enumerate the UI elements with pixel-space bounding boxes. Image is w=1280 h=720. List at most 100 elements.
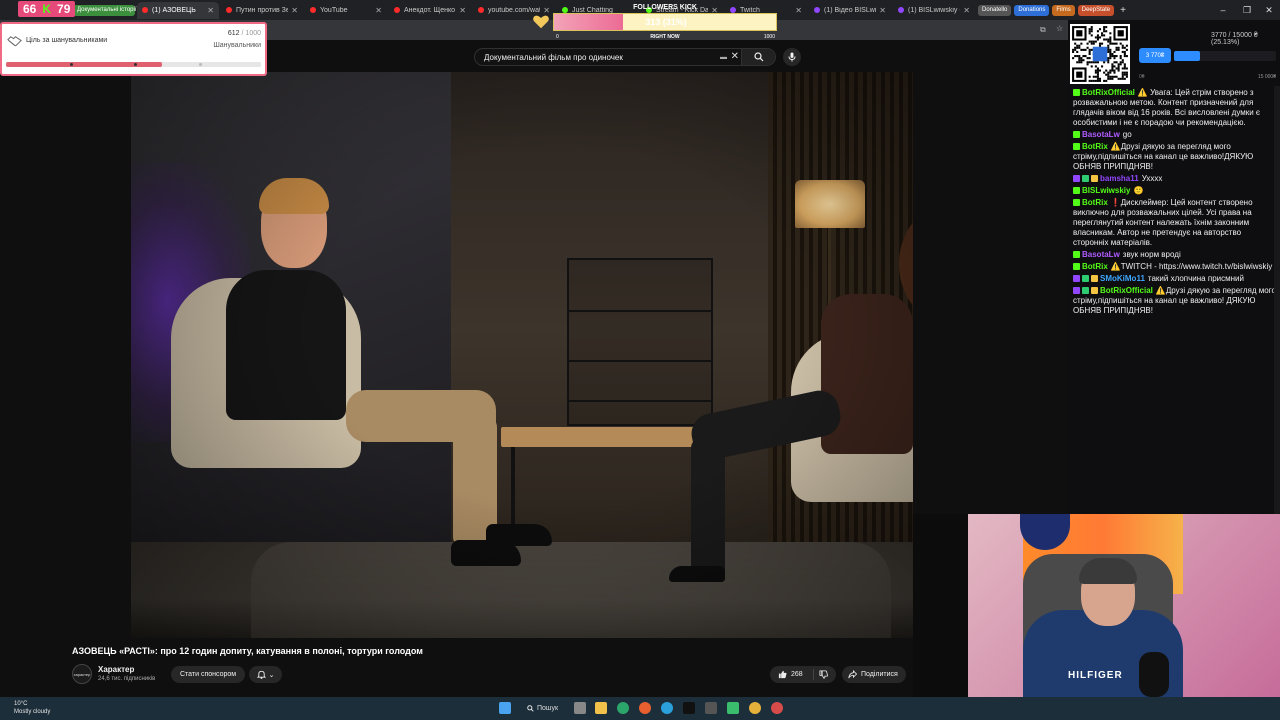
chat-username[interactable]: BotRixOfficial: [1082, 88, 1135, 97]
chat-username[interactable]: BISLwiwskiy: [1082, 186, 1130, 195]
webcam-feed: HILFIGER: [913, 514, 1280, 697]
chat-username[interactable]: SMoKiMo11: [1100, 274, 1145, 283]
donation-progress-fill: [1174, 51, 1200, 61]
minimize-icon[interactable]: –: [1210, 0, 1236, 20]
chat-text: такий хлопчина присмний: [1147, 274, 1244, 283]
bookmark-donatello[interactable]: Donatello: [978, 4, 1012, 16]
tab-youtube[interactable]: YouTube ✕: [305, 2, 387, 19]
followers-value: 313 (31%): [645, 17, 687, 27]
weather-widget[interactable]: 10°C Mostly cloudy: [14, 700, 50, 716]
close-icon[interactable]: ✕: [207, 6, 214, 15]
goal-max: / 1000: [241, 30, 261, 37]
goal-current: 612: [227, 30, 240, 37]
chat-username[interactable]: BotRix: [1082, 142, 1108, 151]
chat-username[interactable]: BasotaLw: [1082, 250, 1120, 259]
channel-avatar[interactable]: характер: [72, 664, 92, 684]
thumbs-up-icon: [778, 670, 787, 679]
kick-k-icon: K: [42, 2, 52, 16]
close-icon[interactable]: ✕: [291, 6, 298, 15]
star-icon[interactable]: ☆: [1056, 24, 1063, 33]
youtube-icon: [226, 7, 232, 13]
tab-documentary[interactable]: Документальні історії: [73, 4, 137, 16]
chat-username[interactable]: BotRixOfficial: [1100, 286, 1153, 295]
twitch-badge-icon: [1073, 287, 1080, 294]
file-explorer-icon[interactable]: [595, 702, 607, 714]
chat-message: BasotaLw звук норм вроді: [1073, 250, 1276, 260]
kick-badge-icon: [1073, 187, 1080, 194]
windows-start-icon[interactable]: [499, 702, 511, 714]
close-icon[interactable]: ✕: [375, 6, 382, 15]
tab-youtube[interactable]: Анекдот. Щенко ✕: [389, 2, 471, 19]
screen-share-icon[interactable]: ⧉: [1040, 25, 1046, 35]
close-icon[interactable]: ✕: [879, 6, 886, 15]
user-badge-icon: [1082, 287, 1089, 294]
tab-youtube[interactable]: Путин против Зе ✕: [221, 2, 303, 19]
sponsor-button[interactable]: Стати спонсором: [171, 666, 246, 683]
taskbar-search[interactable]: Пошук: [521, 701, 569, 716]
chat-username[interactable]: bamsha11: [1100, 174, 1139, 183]
chat-panel[interactable]: BotRixOfficial ⚠️ Увага: Цей стрім створе…: [1068, 86, 1280, 514]
weather-desc: Mostly cloudy: [14, 709, 51, 715]
taskbar-search-label: Пошук: [537, 705, 559, 712]
weather-temp: 10°C: [14, 701, 28, 707]
share-button[interactable]: Поділитися: [842, 666, 906, 683]
settings-icon[interactable]: [705, 702, 717, 714]
tiktok-icon[interactable]: [683, 702, 695, 714]
kick-badge-icon: [1073, 251, 1080, 258]
obs-icon[interactable]: [771, 702, 783, 714]
chat-username[interactable]: BotRix: [1082, 198, 1108, 207]
youtube-icon: [310, 7, 316, 13]
new-tab-icon[interactable]: +: [1120, 5, 1126, 16]
microphone-icon: [788, 52, 796, 62]
chrome-icon[interactable]: [749, 702, 761, 714]
search-box[interactable]: Документальний фільм про одиночек ▬ ✕: [474, 48, 776, 66]
keyboard-icon[interactable]: ▬: [720, 54, 727, 61]
bookmark-donations[interactable]: Donations: [1014, 4, 1050, 16]
handshake-icon: [7, 36, 22, 47]
donation-min: 0₴: [1139, 74, 1145, 80]
close-icon[interactable]: ✕: [459, 6, 466, 15]
bookmark-films[interactable]: Films: [1052, 4, 1075, 16]
donation-amount-button[interactable]: 3 770₴: [1139, 48, 1171, 63]
goal-title: Ціль за шанувальниками: [26, 37, 108, 44]
tab-twitch[interactable]: (1) Відео BISLwiw ✕: [809, 2, 891, 19]
close-window-icon[interactable]: ✕: [1256, 0, 1280, 20]
search-input[interactable]: Документальний фільм про одиночек: [484, 53, 623, 62]
clear-search-icon[interactable]: ✕: [731, 51, 739, 62]
video-title: АЗОВЕЦЬ «РАСТІ»: про 12 годин допиту, ка…: [72, 646, 423, 656]
stream-counter: 66 K 79: [18, 1, 76, 17]
donation-progress-track: [1174, 51, 1276, 61]
chat-username[interactable]: BotRix: [1082, 262, 1108, 271]
youtube-icon: [478, 7, 484, 13]
firefox-icon[interactable]: [639, 702, 651, 714]
bookmark-deepstate[interactable]: DeepState: [1077, 4, 1115, 16]
divider: [813, 669, 814, 680]
like-button[interactable]: 268: [770, 666, 836, 683]
chevron-down-icon: ⌄: [268, 671, 275, 679]
user-badge-icon: [1091, 287, 1098, 294]
edge-icon[interactable]: [617, 702, 629, 714]
thumbs-down-icon[interactable]: [819, 670, 828, 679]
close-icon[interactable]: ✕: [795, 6, 802, 15]
voice-search-button[interactable]: [783, 48, 801, 66]
chat-text: звук норм вроді: [1122, 250, 1181, 259]
task-view-icon[interactable]: [574, 702, 586, 714]
twitch-badge-icon: [1073, 175, 1080, 182]
notifications-button[interactable]: ⌄: [249, 666, 282, 683]
channel-name[interactable]: Характер: [98, 665, 134, 674]
search-button[interactable]: [741, 49, 775, 65]
donation-max: 15 000₴: [1257, 74, 1276, 80]
video-player[interactable]: [131, 72, 913, 638]
webcam-shirt-logo: HILFIGER: [1068, 670, 1123, 681]
chat-message: BotRixOfficial ⚠️Друзі дякую за перегляд …: [1073, 286, 1276, 316]
tab-label: Путин против Зе: [236, 6, 289, 14]
tab-twitch[interactable]: (1) BISLwiwskiy - ✕: [893, 2, 975, 19]
telegram-icon[interactable]: [661, 702, 673, 714]
app-icon[interactable]: [727, 702, 739, 714]
twitch-icon: [898, 7, 904, 13]
tab-active-youtube[interactable]: (1) АЗОВЕЦЬ ✕: [137, 1, 219, 19]
chat-scrollbar[interactable]: [1274, 86, 1280, 514]
chat-username[interactable]: BasotaLw: [1082, 130, 1120, 139]
close-icon[interactable]: ✕: [963, 6, 970, 15]
youtube-icon: [142, 7, 148, 13]
